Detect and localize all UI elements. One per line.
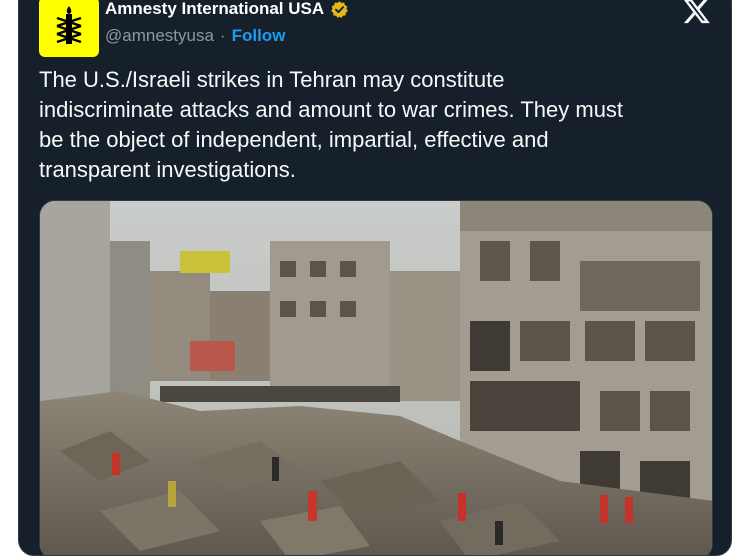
gold-verified-icon <box>331 0 348 18</box>
account-handle[interactable]: @amnestyusa <box>105 26 214 46</box>
avatar[interactable] <box>39 0 99 57</box>
candle-in-barbed-wire-icon <box>56 6 82 44</box>
separator-dot: · <box>219 26 226 45</box>
tweet-line: indiscriminate attacks and amount to war… <box>39 97 624 122</box>
tweet-text: The U.S./Israeli strikes in Tehran may c… <box>39 65 719 185</box>
rubble-scene-image <box>40 201 712 555</box>
tweet-line: be the object of independent, impartial,… <box>39 127 549 152</box>
tweet-line: transparent investigations. <box>39 157 296 182</box>
account-name[interactable]: Amnesty International USA <box>105 0 324 19</box>
tweet-line: The U.S./Israeli strikes in Tehran may c… <box>39 67 505 92</box>
x-logo-icon[interactable] <box>683 0 711 25</box>
tweet-card[interactable]: Amnesty International USA @amnestyusa · … <box>18 0 732 556</box>
follow-button[interactable]: Follow <box>232 26 286 46</box>
tweet-photo[interactable] <box>39 200 713 555</box>
